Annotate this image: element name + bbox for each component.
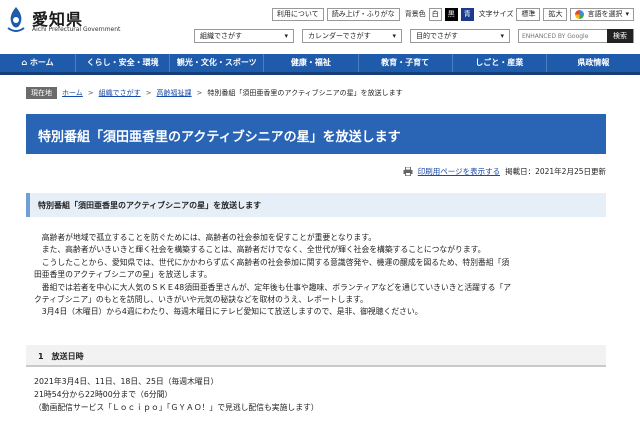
- body-text: 高齢者が地域で孤立することを防ぐためには、高齢者の社会参加を促すことが重要となり…: [34, 232, 604, 319]
- global-nav: ⌂ ホーム くらし・安全・環境 観光・文化・スポーツ 健康・福祉 教育・子育て …: [0, 54, 640, 75]
- site-header: 愛知県 Aichi Prefectural Government 利用について …: [0, 0, 640, 54]
- chevron-down-icon: ▾: [392, 32, 396, 40]
- bg-white-button[interactable]: 白: [428, 7, 442, 21]
- size-standard-button[interactable]: 標準: [516, 7, 541, 21]
- paragraph-line: クティブシニア」のもとを訪問し、いきがいや元気の秘訣などを取材のうえ、レポートし…: [34, 295, 368, 305]
- paragraph-line: また、高齢者がいきいきと輝く社会を構築することは、高齢者だけでなく、全世代が輝く…: [34, 245, 486, 255]
- about-button[interactable]: 利用について: [271, 7, 324, 21]
- breadcrumb-label: 現在地: [26, 87, 57, 99]
- section-header: 1 放送日時: [26, 345, 606, 367]
- posted-date: 掲載日：2021年2月25日更新: [505, 167, 606, 176]
- site-subtitle: Aichi Prefectural Government: [32, 26, 121, 33]
- paragraph-line: 高齢者が地域で孤立することを防ぐためには、高齢者の社会参加を促すことが重要となり…: [34, 233, 377, 242]
- paragraph-line: 3月4日（木曜日）から4週にわたり、毎週木曜日にテレビ愛知にて放送しますので、是…: [34, 307, 423, 317]
- org-dropdown[interactable]: 組織でさがす ▾: [194, 29, 294, 43]
- print-link[interactable]: 印刷用ページを表示する: [418, 166, 500, 177]
- purpose-dropdown[interactable]: 目的でさがす ▾: [410, 29, 510, 43]
- google-icon: [575, 9, 585, 19]
- breadcrumb-current: 特別番組「須田亜香里のアクティブシニアの星」を放送します: [207, 89, 403, 97]
- translate-select[interactable]: 言語を選択 ▾: [570, 7, 634, 21]
- bg-black-button[interactable]: 黒: [444, 7, 458, 21]
- gnav-health[interactable]: 健康・福祉: [264, 54, 359, 72]
- paragraph-line: 番組では若者を中心に大人気のＳＫＥ48須田亜香里さんが、定年後も仕事や趣味、ボラ…: [34, 282, 512, 292]
- printer-icon: [403, 167, 413, 176]
- search-nav-bar: 組織でさがす ▾ カレンダーでさがす ▾ 目的でさがす ▾ 検索: [194, 28, 634, 44]
- page-title: 特別番組「須田亜香里のアクティブシニアの星」を放送します: [38, 130, 401, 145]
- chevron-down-icon: ▾: [284, 32, 288, 40]
- subheading-text: 特別番組「須田亜香里のアクティブシニアの星」を放送します: [38, 201, 262, 210]
- page-title-band: 特別番組「須田亜香里のアクティブシニアの星」を放送します: [26, 114, 606, 154]
- chevron-down-icon: ▾: [625, 9, 629, 18]
- content-subheading: 特別番組「須田亜香里のアクティブシニアの星」を放送します: [26, 193, 606, 217]
- page-meta: 印刷用ページを表示する 掲載日：2021年2月25日更新: [403, 166, 606, 177]
- search-button[interactable]: 検索: [607, 29, 633, 43]
- font-size-label: 文字サイズ: [478, 10, 514, 18]
- paragraph-line: こうしたことから、愛知県では、世代にかかわらず広く高齢者の社会参加に関する意識啓…: [34, 257, 510, 267]
- breadcrumb-home[interactable]: ホーム: [62, 88, 83, 98]
- breadcrumb-org[interactable]: 組織でさがす: [99, 88, 141, 98]
- breadcrumb: 現在地 ホーム > 組織でさがす > 高齢福祉課 > 特別番組「須田亜香里のアク…: [26, 87, 403, 99]
- gnav-tourism[interactable]: 観光・文化・スポーツ: [170, 54, 265, 72]
- chevron-down-icon: ▾: [500, 32, 504, 40]
- broadcast-schedule: 2021年3月4日、11日、18日、25日（毎週木曜日） 21時54分から22時…: [34, 375, 604, 414]
- schedule-line: （動画配信サービス「Ｌｏｃｉｐｏ」「ＧＹＡＯ！」で見逃し配信も実施します）: [34, 403, 319, 412]
- aichi-logo-icon[interactable]: [6, 6, 26, 34]
- gnav-education[interactable]: 教育・子育て: [359, 54, 453, 72]
- calendar-dropdown[interactable]: カレンダーでさがす ▾: [302, 29, 402, 43]
- translate-label: 言語を選択: [587, 9, 623, 18]
- reading-button[interactable]: 読み上げ・ふりがな: [326, 7, 400, 21]
- bg-color-label: 背景色: [404, 10, 426, 18]
- schedule-line: 2021年3月4日、11日、18日、25日（毎週木曜日）: [34, 377, 219, 386]
- schedule-line: 21時54分から22時00分まで（6分間）: [34, 390, 173, 399]
- paragraph-line: 田亜香里のアクティブシニアの星」を放送します。: [34, 270, 212, 280]
- gnav-life[interactable]: くらし・安全・環境: [76, 54, 171, 72]
- site-search: 検索: [518, 29, 634, 43]
- search-input[interactable]: [519, 30, 607, 42]
- section-title: 1 放送日時: [38, 352, 84, 361]
- gnav-government[interactable]: 県政情報: [547, 54, 640, 72]
- gnav-work[interactable]: しごと・産業: [453, 54, 547, 72]
- bg-blue-button[interactable]: 青: [460, 7, 474, 21]
- breadcrumb-dept[interactable]: 高齢福祉課: [157, 88, 192, 98]
- home-icon: ⌂: [21, 58, 30, 67]
- size-large-button[interactable]: 拡大: [543, 7, 568, 21]
- gnav-home[interactable]: ⌂ ホーム: [0, 54, 76, 72]
- utility-bar: 利用について 読み上げ・ふりがな 背景色 白 黒 青 文字サイズ 標準 拡大 言…: [271, 7, 634, 21]
